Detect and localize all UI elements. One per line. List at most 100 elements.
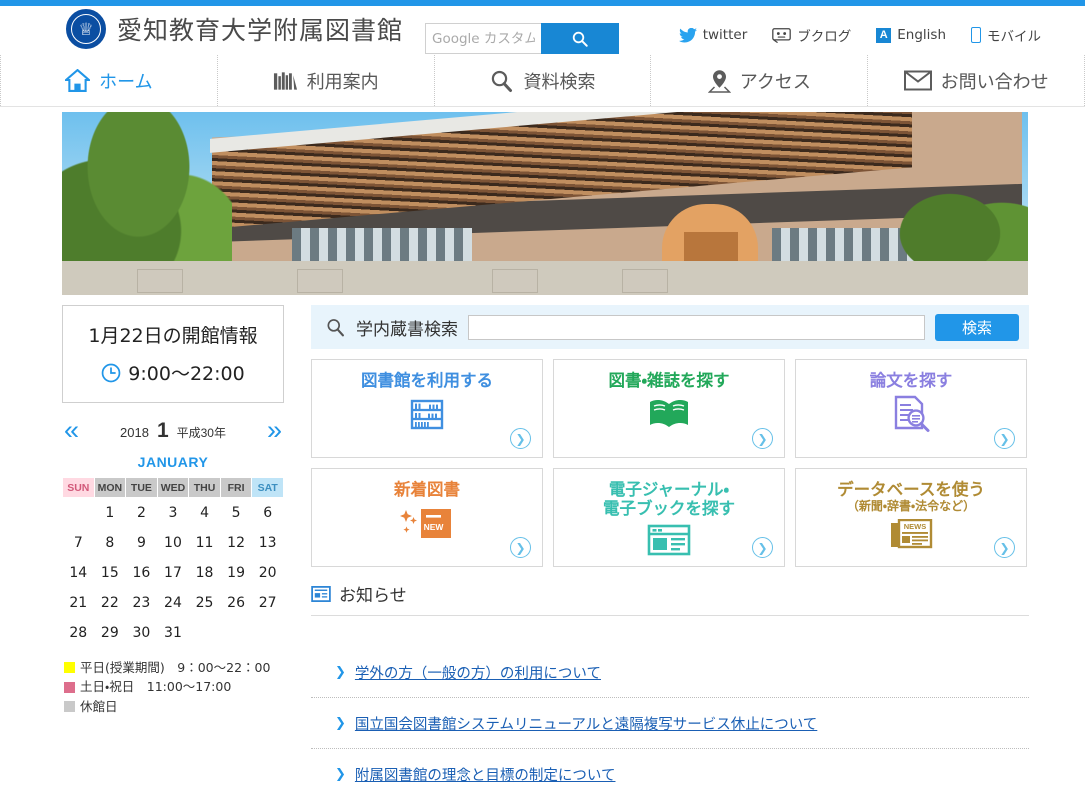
mobile-icon	[971, 27, 981, 43]
google-search-form[interactable]	[425, 23, 619, 54]
calendar-day-cell[interactable]: 3	[156, 497, 190, 528]
page-root: ♕ 愛知教育大学附属図書館 twitter	[0, 0, 1085, 790]
magnifier-icon	[327, 318, 344, 336]
card-title: 論文を探す	[869, 371, 953, 390]
google-search-input[interactable]	[425, 23, 541, 54]
calendar-day-cell[interactable]: 30	[125, 617, 158, 648]
nav-label-home: ホーム	[99, 71, 153, 93]
nav-item-contact[interactable]: お問い合わせ	[868, 55, 1085, 106]
card-find-books[interactable]: 図書・雑誌を探す ❯	[553, 359, 785, 458]
calendar-day-cell[interactable]: 23	[125, 587, 158, 618]
new-book-icon: NEW	[396, 504, 458, 547]
nav-item-guide[interactable]: 利用案内	[218, 55, 435, 106]
calendar-day-cell[interactable]: 26	[219, 587, 253, 618]
google-search-button[interactable]	[541, 23, 619, 54]
chevron-right-circle-icon[interactable]: ❯	[994, 428, 1015, 449]
util-link-booklog[interactable]: ブクログ	[772, 25, 851, 45]
calendar-day-cell[interactable]: 22	[93, 587, 127, 618]
calendar-day-cell[interactable]: 11	[188, 527, 221, 558]
chevron-right-circle-icon[interactable]: ❯	[994, 537, 1015, 558]
calendar-day-cell[interactable]: 15	[93, 557, 127, 588]
quick-link-cards: 図書館を利用する ❯ 図書・雑誌を探す ❯ 論文を探す ❯ 新着図書 NEW ❯…	[311, 359, 1029, 567]
opac-label: 学内蔵書検索	[356, 319, 458, 340]
calendar-day-cell[interactable]: 16	[125, 557, 158, 588]
news-link[interactable]: 学外の方（一般の方）の利用について	[355, 662, 601, 683]
calendar-weekday-sun: SUN	[62, 477, 95, 498]
util-label-booklog: ブクログ	[797, 29, 852, 45]
calendar-day-cell[interactable]: 25	[188, 587, 221, 618]
calendar-day-cell[interactable]: 28	[62, 617, 95, 648]
card-ejournals-ebooks[interactable]: 電子ジャーナル・ 電子ブックを探す ❯	[553, 468, 785, 567]
card-title: 電子ジャーナル・ 電子ブックを探す	[603, 480, 735, 519]
calendar-month: 1	[156, 418, 169, 442]
calendar-day-cell[interactable]: 2	[125, 497, 158, 528]
card-new-arrivals[interactable]: 新着図書 NEW ❯	[311, 468, 543, 567]
news-list-item[interactable]: ❯ 附属図書館の理念と目標の制定について	[311, 749, 1029, 790]
calendar-day-cell[interactable]: 29	[93, 617, 127, 648]
calendar-week-row: 14 15 16 17 18 19 20	[62, 557, 284, 588]
chevron-right-circle-icon[interactable]: ❯	[510, 428, 531, 449]
utility-nav: twitter ブクログ A English モバイル	[678, 25, 1041, 45]
calendar-day-cell[interactable]: 19	[219, 557, 253, 588]
calendar-day-cell[interactable]: 20	[251, 557, 284, 588]
calendar-day-cell[interactable]: 13	[251, 527, 284, 558]
calendar-day-cell[interactable]: 17	[156, 557, 190, 588]
double-chevron-right-icon[interactable]: »	[267, 417, 282, 444]
hero-ground	[62, 261, 1028, 295]
svg-text:NEWS: NEWS	[904, 522, 927, 531]
news-link[interactable]: 国立国会図書館システムリニューアルと遠隔複写サービス休止について	[355, 713, 817, 734]
calendar-day-cell[interactable]: 6	[251, 497, 284, 528]
main-navigation: ホーム 利用案内 資料検索 アクセス お問い合わせ	[0, 55, 1085, 107]
legend-label: 土日・祝日 11:00〜17:00	[80, 679, 232, 695]
calendar-day-cell[interactable]: 7	[62, 527, 95, 558]
booklog-icon	[772, 27, 792, 43]
news-link[interactable]: 附属図書館の理念と目標の制定について	[355, 764, 616, 785]
site-brand[interactable]: ♕ 愛知教育大学附属図書館	[66, 9, 403, 49]
util-link-twitter[interactable]: twitter	[678, 27, 747, 43]
opening-info-hours-row: 9:00〜22:00	[71, 359, 275, 386]
nav-item-home[interactable]: ホーム	[0, 55, 218, 106]
bookshelf-icon	[408, 395, 446, 438]
card-find-papers[interactable]: 論文を探す ❯	[795, 359, 1027, 458]
calendar-day-cell[interactable]: 24	[156, 587, 190, 618]
calendar-day-cell[interactable]: 12	[219, 527, 253, 558]
card-databases[interactable]: データベースを使う （新聞・辞書・法令など） NEWS ❯	[795, 468, 1027, 567]
news-list-item[interactable]: ❯ 学外の方（一般の方）の利用について	[311, 647, 1029, 698]
clock-icon	[101, 363, 121, 382]
opac-search-button[interactable]: 検索	[935, 313, 1019, 341]
calendar-day-cell[interactable]: 14	[62, 557, 95, 588]
util-label-english: English	[897, 27, 946, 43]
calendar-day-cell[interactable]: 1	[93, 497, 127, 528]
calendar-day-cell[interactable]: 5	[219, 497, 253, 528]
calendar-day-cell[interactable]: 27	[251, 587, 284, 618]
bookshelf-icon	[273, 71, 297, 90]
opac-search-input[interactable]	[468, 314, 925, 340]
util-link-english[interactable]: A English	[876, 27, 946, 43]
nav-item-search[interactable]: 資料検索	[435, 55, 652, 106]
util-link-mobile[interactable]: モバイル	[971, 25, 1041, 45]
calendar-day-cell[interactable]: 18	[188, 557, 221, 588]
calendar-day-cell[interactable]: 8	[93, 527, 127, 558]
open-book-icon	[647, 395, 691, 438]
calendar-day-cell[interactable]: 21	[62, 587, 95, 618]
calendar-week-row: 21 22 23 24 25 26 27	[62, 587, 284, 618]
calendar-day-cell[interactable]: 9	[125, 527, 158, 558]
chevron-right-icon: ❯	[335, 664, 346, 679]
chevron-right-circle-icon[interactable]: ❯	[752, 537, 773, 558]
chevron-right-circle-icon[interactable]: ❯	[510, 537, 531, 558]
calendar-day-cell[interactable]: 10	[156, 527, 190, 558]
nav-item-access[interactable]: アクセス	[651, 55, 869, 106]
chevron-right-circle-icon[interactable]: ❯	[752, 428, 773, 449]
calendar-legend-item: 平日(授業期間) 9：00〜22：00	[64, 658, 284, 677]
calendar-empty-cell	[251, 617, 284, 648]
opac-search-bar: 学内蔵書検索 検索	[311, 305, 1029, 349]
hero-planter	[137, 269, 183, 293]
calendar-year: 2018	[120, 424, 149, 440]
calendar-day-cell[interactable]: 4	[188, 497, 221, 528]
double-chevron-left-icon[interactable]: «	[64, 417, 79, 444]
calendar-weekday-sat: SAT	[251, 477, 284, 498]
news-list-item[interactable]: ❯ 国立国会図書館システムリニューアルと遠隔複写サービス休止について	[311, 698, 1029, 749]
card-use-library[interactable]: 図書館を利用する ❯	[311, 359, 543, 458]
calendar-day-cell[interactable]: 31	[156, 617, 190, 648]
calendar-weekday-tue: TUE	[125, 477, 158, 498]
